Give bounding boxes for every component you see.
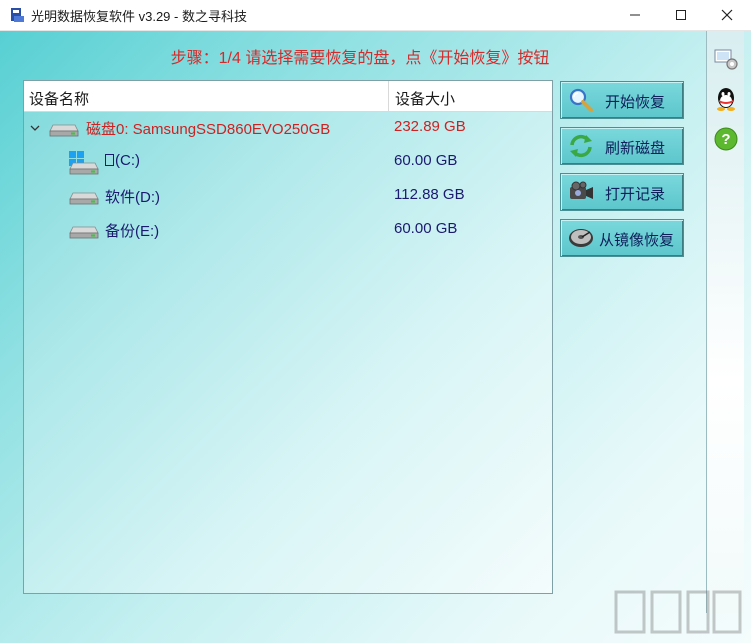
recover-from-image-button[interactable]: 从镜像恢复: [560, 219, 684, 257]
open-record-button[interactable]: 打开记录: [560, 173, 684, 211]
refresh-disk-button[interactable]: 刷新磁盘: [560, 127, 684, 165]
drive-icon: [69, 226, 99, 239]
start-recovery-label: 开始恢复: [605, 94, 666, 111]
maximize-icon: [676, 10, 686, 20]
help-icon[interactable]: ?: [713, 126, 739, 152]
partition-name: (C:): [115, 152, 140, 169]
watermark-logo: [614, 590, 742, 634]
maximize-button[interactable]: [658, 0, 704, 30]
disk-name: 磁盘0: SamsungSSD860EVO250GB: [86, 121, 331, 138]
partition-name: 软件(D:): [105, 189, 160, 206]
main-window: 步骤：1/4 请选择需要恢复的盘，点《开始恢复》按钮 设备名称 设备大小 磁盘0…: [0, 31, 751, 643]
refresh-disk-label: 刷新磁盘: [605, 140, 666, 157]
partition-row[interactable]: (C:) 60.00 GB: [24, 147, 552, 177]
recover-from-image-label: 从镜像恢复: [599, 232, 675, 249]
device-list-header: 设备名称 设备大小: [24, 81, 552, 112]
settings-icon[interactable]: [713, 46, 739, 72]
missing-glyph-box: [105, 154, 114, 166]
refresh-icon: [570, 134, 592, 158]
qq-icon[interactable]: [713, 86, 739, 112]
svg-text:?: ?: [721, 131, 730, 148]
camcorder-icon: [570, 181, 593, 199]
drive-icon: [69, 192, 99, 205]
chevron-down-icon[interactable]: [30, 124, 40, 132]
partition-row[interactable]: 软件(D:) 112.88 GB: [24, 181, 552, 211]
column-device-size[interactable]: 设备大小: [395, 88, 455, 109]
partition-size: 112.88 GB: [394, 186, 465, 203]
drive-icon: [69, 162, 99, 175]
app-icon: [11, 8, 24, 22]
column-device-name[interactable]: 设备名称: [29, 88, 89, 109]
partition-size: 60.00 GB: [394, 152, 458, 169]
magnifier-icon: [569, 88, 593, 112]
window-title: 光明数据恢复软件 v3.29 - 数之寻科技: [31, 9, 247, 24]
partition-row[interactable]: 备份(E:) 60.00 GB: [24, 215, 552, 245]
open-record-label: 打开记录: [605, 186, 666, 203]
title-bar: 光明数据恢复软件 v3.29 - 数之寻科技: [0, 0, 751, 31]
start-recovery-button[interactable]: 开始恢复: [560, 81, 684, 119]
device-list[interactable]: 设备名称 设备大小 磁盘0: SamsungSSD860EVO250GB 232…: [23, 80, 553, 594]
disk-size: 232.89 GB: [394, 118, 466, 135]
close-icon: [721, 9, 733, 21]
close-button[interactable]: [704, 0, 750, 30]
hard-disk-icon: [569, 229, 593, 247]
side-toolbar: ?: [706, 31, 744, 613]
partition-name: 备份(E:): [105, 223, 160, 240]
drive-icon: [49, 124, 79, 137]
minimize-icon: [630, 14, 640, 16]
step-instruction: 步骤：1/4 请选择需要恢复的盘，点《开始恢复》按钮: [170, 50, 550, 67]
column-divider[interactable]: [388, 81, 389, 111]
minimize-button[interactable]: [612, 0, 658, 30]
partition-size: 60.00 GB: [394, 220, 458, 237]
disk-row[interactable]: 磁盘0: SamsungSSD860EVO250GB 232.89 GB: [24, 113, 552, 143]
